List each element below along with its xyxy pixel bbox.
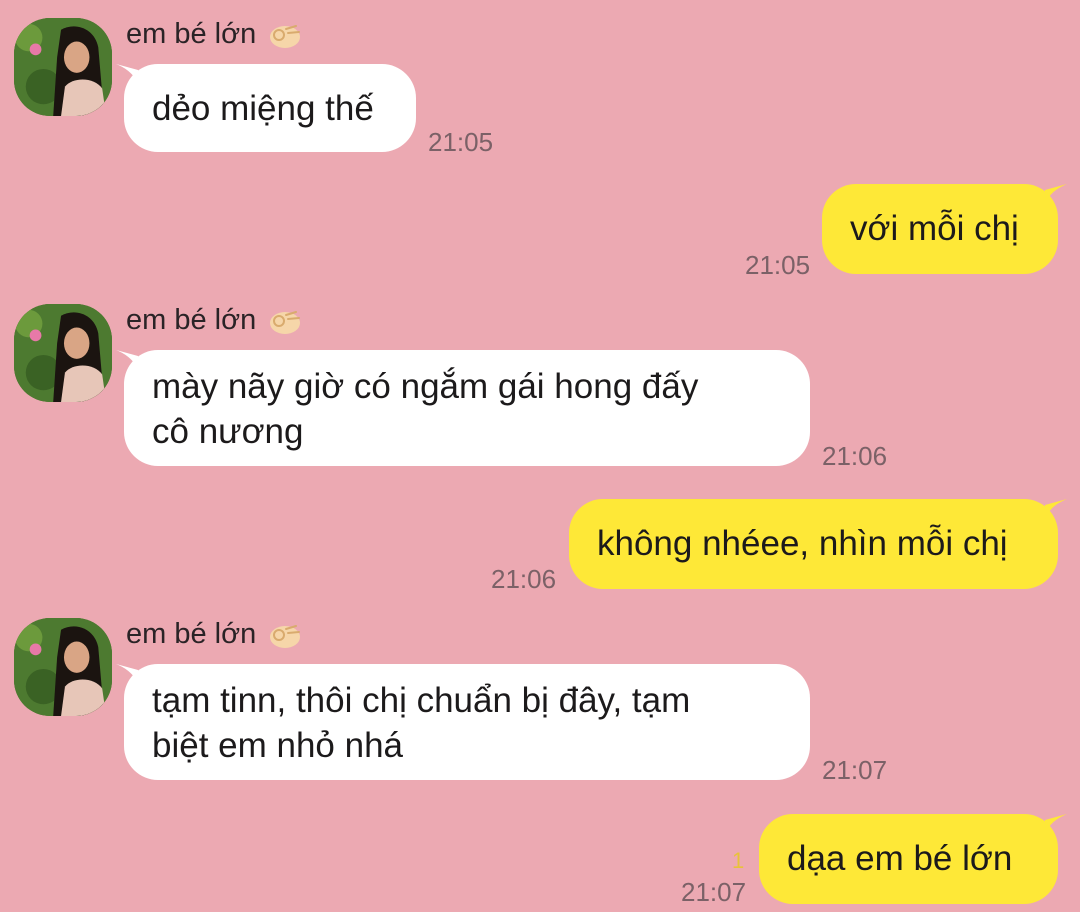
message-text-line: mày nãy giờ có ngắm gái hong đấy bbox=[152, 367, 699, 406]
avatar[interactable] bbox=[14, 304, 112, 402]
sender-name-text: em bé lớn bbox=[126, 18, 257, 50]
bubble-tail bbox=[1045, 184, 1067, 204]
hand-emoji-icon bbox=[270, 624, 301, 648]
avatar-photo bbox=[14, 304, 112, 402]
message-timestamp: 21:07 bbox=[681, 877, 747, 907]
message-bubble-incoming[interactable]: tạm tinn, thôi chị chuẩn bị đây, tạm biệ… bbox=[124, 664, 810, 780]
sender-name-text: em bé lớn bbox=[126, 304, 257, 336]
sender-name-text: em bé lớn bbox=[126, 618, 257, 650]
avatar-photo bbox=[14, 618, 112, 716]
sender-name: em bé lớn bbox=[126, 18, 302, 51]
message-text: không nhéee, nhìn mỗi chị bbox=[597, 524, 1008, 563]
message-timestamp: 21:05 bbox=[428, 127, 494, 157]
avatar[interactable] bbox=[14, 18, 112, 116]
avatar[interactable] bbox=[14, 618, 112, 716]
message-text: dạa em bé lớn bbox=[787, 839, 1013, 878]
message-timestamp: 21:06 bbox=[491, 564, 557, 594]
message-timestamp: 21:07 bbox=[822, 755, 888, 785]
message-timestamp: 21:05 bbox=[745, 250, 811, 280]
message-text: dẻo miệng thế bbox=[152, 89, 374, 128]
hand-emoji-icon bbox=[270, 310, 301, 334]
message-bubble-incoming[interactable]: mày nãy giờ có ngắm gái hong đấy cô nươn… bbox=[124, 350, 810, 466]
avatar-photo bbox=[14, 18, 112, 116]
message-text: với mỗi chị bbox=[850, 209, 1019, 248]
hand-emoji-icon bbox=[270, 24, 301, 48]
message-text-line: biệt em nhỏ nhá bbox=[152, 726, 404, 765]
bubble-tail bbox=[1045, 814, 1067, 834]
message-text-line: tạm tinn, thôi chị chuẩn bị đây, tạm bbox=[152, 681, 691, 720]
message-bubble-outgoing[interactable]: không nhéee, nhìn mỗi chị bbox=[569, 499, 1058, 589]
message-timestamp: 21:06 bbox=[822, 441, 888, 471]
message-text-line: cô nương bbox=[152, 412, 304, 451]
message-bubble-outgoing[interactable]: dạa em bé lớn bbox=[759, 814, 1058, 904]
message-bubble-incoming[interactable]: dẻo miệng thế bbox=[124, 64, 416, 152]
sender-name: em bé lớn bbox=[126, 304, 302, 337]
unread-count-badge: 1 bbox=[732, 848, 745, 873]
bubble-tail bbox=[1045, 499, 1067, 519]
message-bubble-outgoing[interactable]: với mỗi chị bbox=[822, 184, 1058, 274]
sender-name: em bé lớn bbox=[126, 618, 302, 651]
